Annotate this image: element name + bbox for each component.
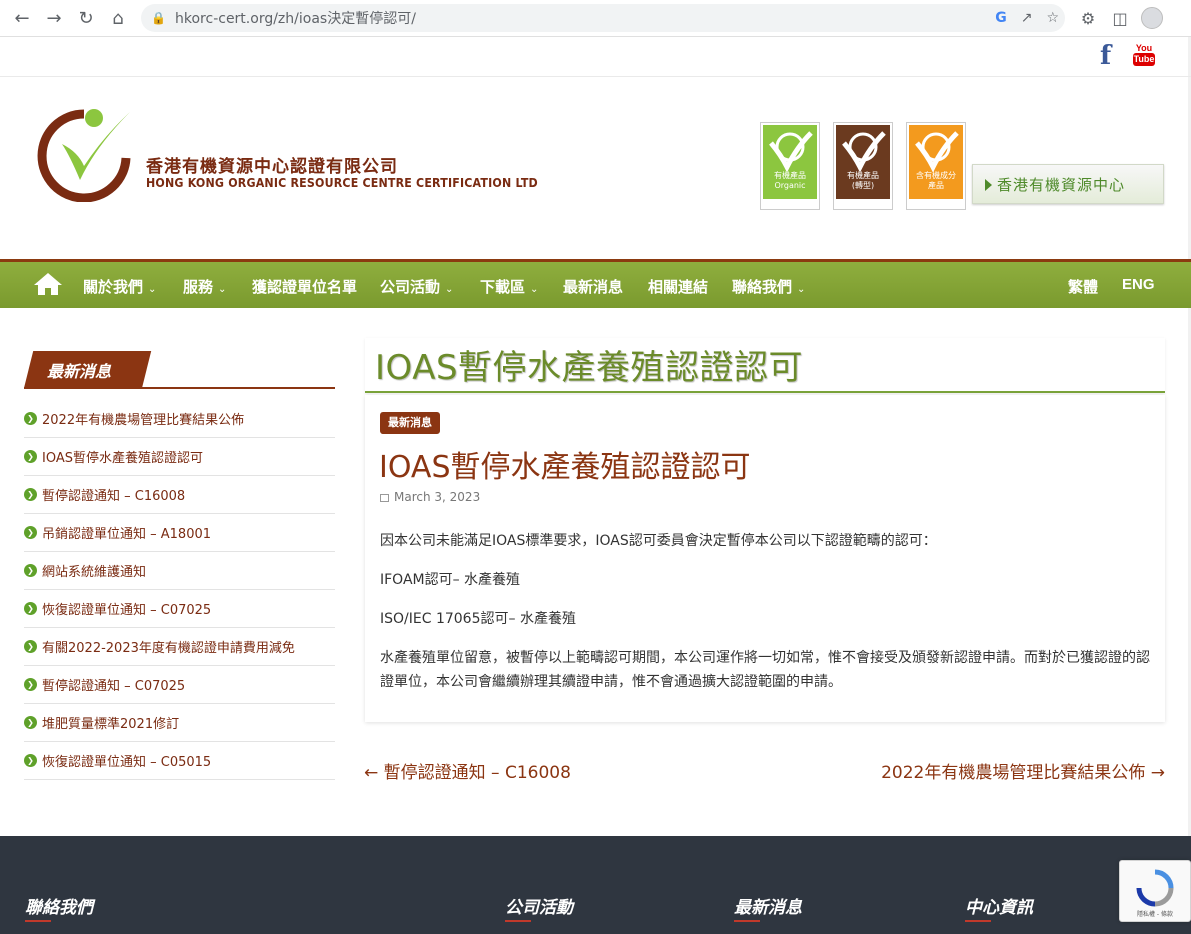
badge-label: 有機產品 (轉型) bbox=[847, 171, 879, 190]
badge-label: 含有機成分 產品 bbox=[916, 171, 956, 190]
paragraph: ISO/IEC 17065認可– 水產養殖 bbox=[380, 611, 576, 627]
post-title: IOAS暫停水產養殖認證認可 bbox=[379, 450, 751, 485]
sidebar-title: 最新消息 bbox=[47, 362, 112, 381]
sidebar-news-list: ❯ 2022年有機農場管理比賽結果公佈 ❯ IOAS暫停水產養殖認證認可 ❯ 暫停認證… bbox=[24, 400, 335, 780]
footer-heading-activities: 公司活動 bbox=[505, 898, 573, 918]
footer-underline bbox=[734, 920, 760, 922]
bookmark-star-icon[interactable]: ☆ bbox=[1046, 10, 1059, 26]
chevron-right-icon: ❯ bbox=[24, 716, 37, 729]
chevron-right-icon: ❯ bbox=[24, 678, 37, 691]
recaptcha-badge[interactable]: 隱私權 - 條款 bbox=[1119, 860, 1191, 922]
lock-icon[interactable]: 🔒 bbox=[151, 11, 166, 25]
previous-post-link[interactable]: ← 暫停認證通知 – C16008 bbox=[364, 758, 571, 783]
list-item[interactable]: ❯ 2022年有機農場管理比賽結果公佈 bbox=[24, 400, 335, 438]
chevron-right-icon: ❯ bbox=[24, 488, 37, 501]
profile-avatar[interactable] bbox=[1140, 6, 1164, 30]
browser-toolbar: ← → ↻ ⌂ 🔒 hkorc-cert.org/zh/ioas決定暫停認可/ … bbox=[0, 0, 1191, 37]
company-name-cn[interactable]: 香港有機資源中心認證有限公司 bbox=[146, 152, 398, 177]
footer-heading-news: 最新消息 bbox=[734, 898, 802, 918]
paragraph: 因本公司未能滿足IOAS標準要求，IOAS認可委員會決定暫停本公司以下認證範疇的… bbox=[380, 533, 937, 549]
list-item[interactable]: ❯ 恢復認證單位通知 – C07025 bbox=[24, 590, 335, 628]
organic-conversion-badge: 有機產品 (轉型) bbox=[833, 122, 893, 210]
share-icon[interactable]: ↗ bbox=[1021, 10, 1033, 26]
nav-downloads[interactable]: 下載區 ⌄ bbox=[480, 276, 538, 297]
chevron-right-icon: ❯ bbox=[24, 526, 37, 539]
chevron-right-icon: ❯ bbox=[24, 450, 37, 463]
list-item[interactable]: ❯ 吊銷認證單位通知 – A18001 bbox=[24, 514, 335, 552]
made-with-organic-badge: 含有機成分 產品 bbox=[906, 122, 966, 210]
category-badge[interactable]: 最新消息 bbox=[380, 412, 440, 434]
list-item[interactable]: ❯ 網站系統維護通知 bbox=[24, 552, 335, 590]
recaptcha-icon bbox=[1136, 869, 1174, 907]
social-bar: f You Tube bbox=[0, 37, 1191, 77]
chevron-right-icon: ❯ bbox=[24, 754, 37, 767]
list-item[interactable]: ❯ 堆肥質量標準2021修訂 bbox=[24, 704, 335, 742]
list-item[interactable]: ❯ 暫停認證通知 – C07025 bbox=[24, 666, 335, 704]
next-post-link[interactable]: 2022年有機農場管理比賽結果公佈 → bbox=[881, 758, 1165, 783]
nav-links[interactable]: 相關連結 bbox=[648, 276, 708, 297]
list-item[interactable]: ❯ 暫停認證通知 – C16008 bbox=[24, 476, 335, 514]
google-icon[interactable]: G bbox=[995, 10, 1007, 26]
youtube-icon[interactable]: You Tube bbox=[1133, 43, 1155, 69]
main-nav: 關於我們 ⌄ 服務 ⌄ 獲認證單位名單 公司活動 ⌄ 下載區 ⌄ 最新消息 相關連結 聯… bbox=[0, 259, 1191, 308]
post-date: March 3, 2023 bbox=[380, 490, 480, 504]
site-footer bbox=[0, 836, 1191, 934]
back-icon[interactable]: ← bbox=[8, 4, 36, 32]
nav-services[interactable]: 服務 ⌄ bbox=[183, 276, 226, 297]
nav-activities[interactable]: 公司活動 ⌄ bbox=[380, 276, 453, 297]
list-item[interactable]: ❯ 恢復認證單位通知 – C05015 bbox=[24, 742, 335, 780]
url-text: hkorc-cert.org/zh/ioas決定暫停認可/ bbox=[175, 11, 416, 27]
chevron-right-icon: ❯ bbox=[24, 602, 37, 615]
side-panel-icon[interactable]: ◫ bbox=[1108, 6, 1132, 30]
forward-icon[interactable]: → bbox=[40, 4, 68, 32]
nav-about[interactable]: 關於我們 ⌄ bbox=[83, 276, 156, 297]
calendar-icon bbox=[380, 494, 389, 502]
organic-badge: 有機產品 Organic bbox=[760, 122, 820, 210]
paragraph: IFOAM認可– 水產養殖 bbox=[380, 572, 521, 588]
list-item[interactable]: ❯ IOAS暫停水產養殖認證認可 bbox=[24, 438, 335, 476]
address-bar[interactable]: 🔒 hkorc-cert.org/zh/ioas決定暫停認可/ G ↗ ☆ bbox=[141, 4, 1065, 32]
company-name-en[interactable]: HONG KONG ORGANIC RESOURCE CENTRE CERTIF… bbox=[146, 176, 538, 190]
chevron-right-icon: ❯ bbox=[24, 640, 37, 653]
company-logo-icon[interactable] bbox=[34, 106, 134, 202]
footer-underline bbox=[505, 920, 531, 922]
chevron-right-icon: ❯ bbox=[24, 412, 37, 425]
list-item[interactable]: ❯ 有關2022-2023年度有機認證申請費用減免 bbox=[24, 628, 335, 666]
sidebar-divider bbox=[24, 387, 335, 389]
footer-heading-contact: 聯絡我們 bbox=[25, 898, 93, 918]
site-header: 香港有機資源中心認證有限公司 HONG KONG ORGANIC RESOURC… bbox=[0, 78, 1191, 260]
reload-icon[interactable]: ↻ bbox=[72, 4, 100, 32]
hk-organic-centre-button[interactable]: 香港有機資源中心 bbox=[972, 164, 1164, 204]
footer-underline bbox=[25, 920, 51, 922]
facebook-icon[interactable]: f bbox=[1100, 42, 1118, 70]
paragraph: 水產養殖單位留意，被暫停以上範疇認可期間，本公司運作將一切如常，惟不會接受及頒發… bbox=[380, 650, 1150, 690]
nav-news[interactable]: 最新消息 bbox=[563, 276, 623, 297]
badge-label: 有機產品 Organic bbox=[774, 171, 806, 190]
chevron-right-icon: ❯ bbox=[24, 564, 37, 577]
lang-zh[interactable]: 繁體 bbox=[1068, 276, 1098, 297]
nav-certified-list[interactable]: 獲認證單位名單 bbox=[252, 276, 357, 297]
footer-underline bbox=[965, 920, 991, 922]
lang-en[interactable]: ENG bbox=[1122, 276, 1155, 293]
home-icon[interactable]: ⌂ bbox=[104, 4, 132, 32]
extensions-icon[interactable]: ⚙ bbox=[1076, 6, 1100, 30]
footer-heading-info: 中心資訊 bbox=[965, 898, 1033, 918]
page-title: IOAS暫停水產養殖認證認可 bbox=[375, 348, 804, 388]
home-icon[interactable] bbox=[33, 272, 63, 296]
nav-contact[interactable]: 聯絡我們 ⌄ bbox=[732, 276, 805, 297]
